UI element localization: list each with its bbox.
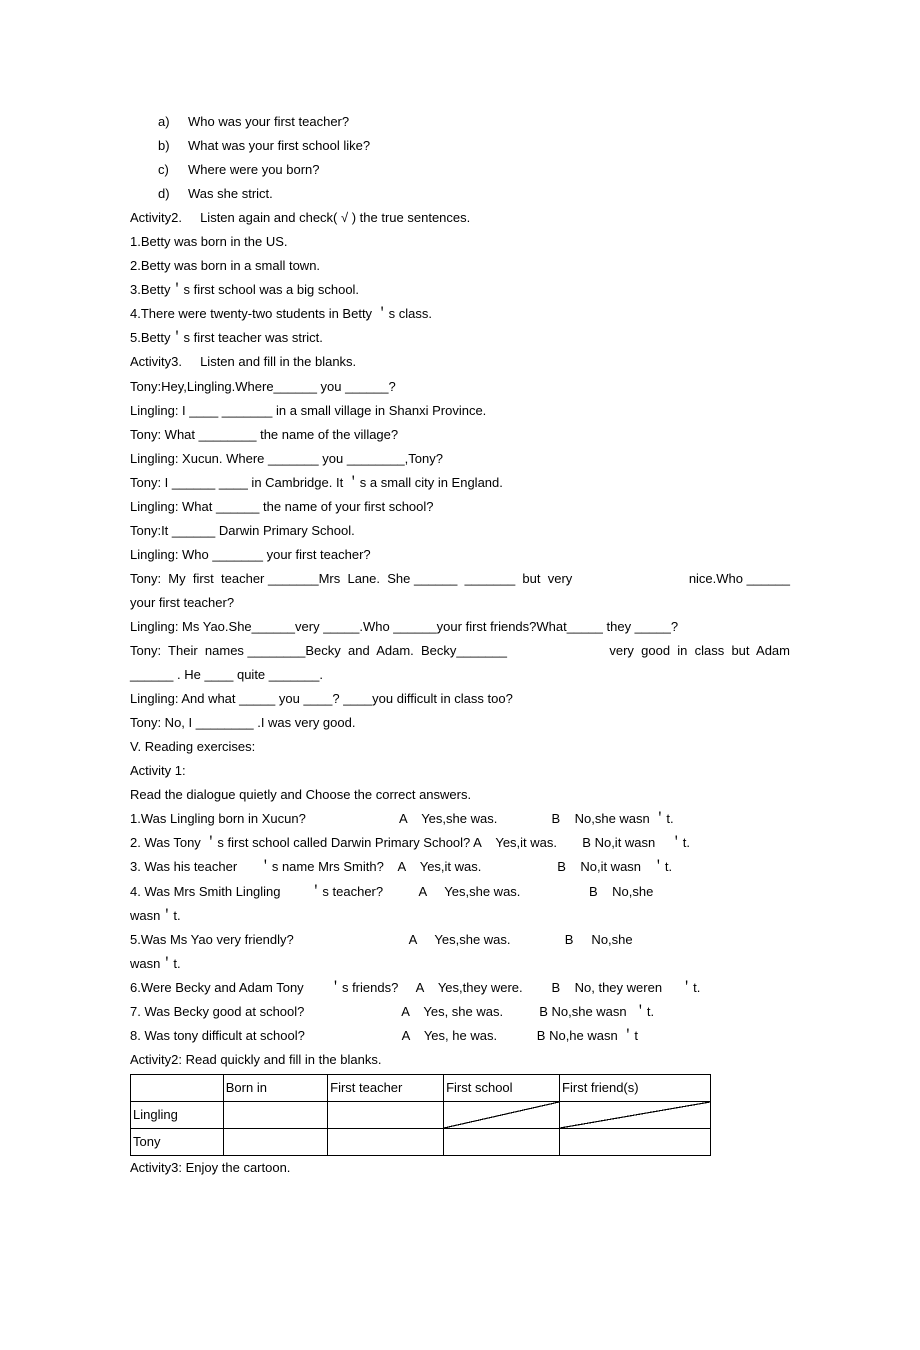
dialogue-line: ______ . He ____ quite _______.: [130, 663, 790, 687]
table-cell: [223, 1128, 327, 1155]
question-line: 5.Was Ms Yao very friendly? A Yes,she wa…: [130, 928, 790, 952]
table-cell: [560, 1128, 711, 1155]
dialogue-line: Tony:Hey,Lingling.Where______ you ______…: [130, 375, 790, 399]
table-cell: Lingling: [131, 1101, 224, 1128]
table-cell: [223, 1101, 327, 1128]
activity2-item: 3.Betty＇s first school was a big school.: [130, 278, 790, 302]
question-line: 3. Was his teacher ＇s name Mrs Smith? A …: [130, 855, 790, 879]
activity2-title: Activity2. Listen again and check( √ ) t…: [130, 206, 790, 230]
question-line: 6.Were Becky and Adam Tony ＇s friends? A…: [130, 976, 790, 1000]
table-header: Born in: [223, 1074, 327, 1101]
option-c: c)Where were you born?: [130, 158, 790, 182]
question-line: 1.Was Lingling born in Xucun? A Yes,she …: [130, 807, 790, 831]
dialogue-line: Tony: My first teacher _______Mrs Lane. …: [130, 567, 790, 591]
dialogue-line: Tony: Their names ________Becky and Adam…: [130, 639, 790, 663]
option-text: What was your first school like?: [188, 138, 370, 153]
table-header: First friend(s): [560, 1074, 711, 1101]
option-b: b)What was your first school like?: [130, 134, 790, 158]
dialogue-line: Lingling: And what _____ you ____? ____y…: [130, 687, 790, 711]
activity2-item: 5.Betty＇s first teacher was strict.: [130, 326, 790, 350]
dialogue-line: Tony: What ________ the name of the vill…: [130, 423, 790, 447]
question-line: 7. Was Becky good at school? A Yes, she …: [130, 1000, 790, 1024]
activity1-instruction: Read the dialogue quietly and Choose the…: [130, 783, 790, 807]
question-line: 4. Was Mrs Smith Lingling ＇s teacher? A …: [130, 880, 790, 904]
table-cell-slash: [560, 1101, 711, 1128]
dialogue-line: Tony:It ______ Darwin Primary School.: [130, 519, 790, 543]
table-header: First school: [444, 1074, 560, 1101]
option-letter: a): [158, 110, 188, 134]
option-a: a)Who was your first teacher?: [130, 110, 790, 134]
dialogue-line: Lingling: Ms Yao.She______very _____.Who…: [130, 615, 790, 639]
table-cell: [328, 1101, 444, 1128]
question-line: 8. Was tony difficult at school? A Yes, …: [130, 1024, 790, 1048]
dialogue-line: Lingling: What ______ the name of your f…: [130, 495, 790, 519]
dialogue-line: Tony: No, I ________ .I was very good.: [130, 711, 790, 735]
question-line: 2. Was Tony ＇s first school called Darwi…: [130, 831, 790, 855]
option-letter: c): [158, 158, 188, 182]
table-header: First teacher: [328, 1074, 444, 1101]
activity2-item: 4.There were twenty-two students in Bett…: [130, 302, 790, 326]
table-cell: [328, 1128, 444, 1155]
option-letter: d): [158, 182, 188, 206]
option-text: Was she strict.: [188, 186, 273, 201]
table-header: [131, 1074, 224, 1101]
activity3-cartoon-title: Activity3: Enjoy the cartoon.: [130, 1156, 790, 1180]
dialogue-line: your first teacher?: [130, 591, 790, 615]
activity3-title: Activity3. Listen and fill in the blanks…: [130, 350, 790, 374]
fill-table: Born in First teacher First school First…: [130, 1074, 711, 1156]
table-row: Lingling: [131, 1101, 711, 1128]
table-cell: Tony: [131, 1128, 224, 1155]
table-row: Born in First teacher First school First…: [131, 1074, 711, 1101]
question-line: wasn＇t.: [130, 904, 790, 928]
option-letter: b): [158, 134, 188, 158]
activity1-title: Activity 1:: [130, 759, 790, 783]
table-cell-slash: [444, 1101, 560, 1128]
dialogue-line: Lingling: Xucun. Where _______ you _____…: [130, 447, 790, 471]
table-row: Tony: [131, 1128, 711, 1155]
option-d: d)Was she strict.: [130, 182, 790, 206]
dialogue-line: Lingling: Who _______ your first teacher…: [130, 543, 790, 567]
activity2-read-title: Activity2: Read quickly and fill in the …: [130, 1048, 790, 1072]
section-heading: V. Reading exercises:: [130, 735, 790, 759]
option-text: Who was your first teacher?: [188, 114, 349, 129]
question-line: wasn＇t.: [130, 952, 790, 976]
dialogue-line: Lingling: I ____ _______ in a small vill…: [130, 399, 790, 423]
table-cell: [444, 1128, 560, 1155]
activity2-item: 2.Betty was born in a small town.: [130, 254, 790, 278]
dialogue-line: Tony: I ______ ____ in Cambridge. It ＇s …: [130, 471, 790, 495]
activity2-item: 1.Betty was born in the US.: [130, 230, 790, 254]
option-text: Where were you born?: [188, 162, 320, 177]
